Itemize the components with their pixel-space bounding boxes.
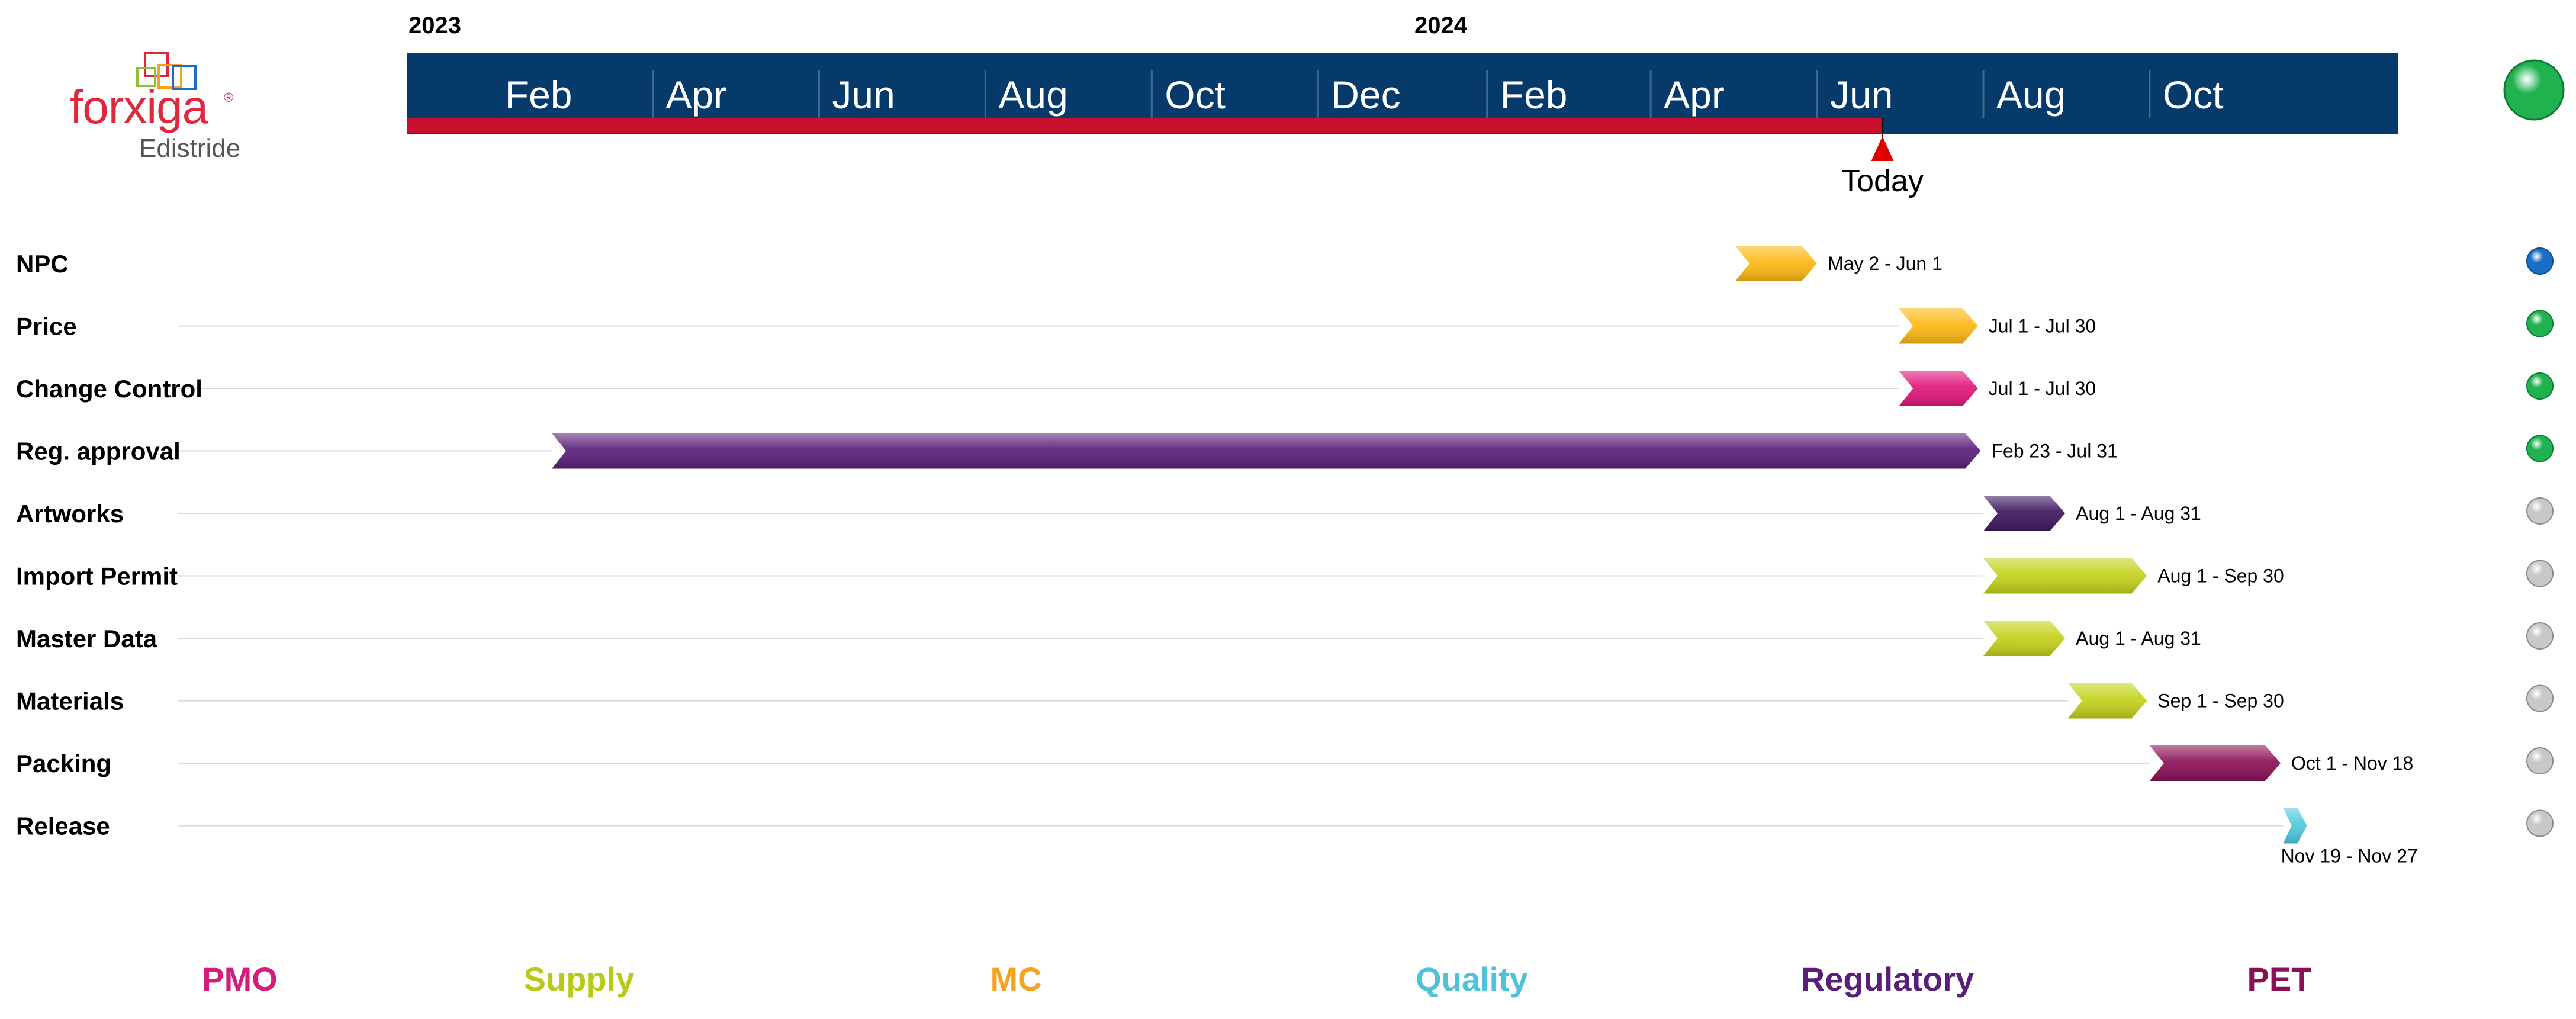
task-label: Import Permit <box>16 562 178 590</box>
legend: PMO Supply MC Quality Regulatory PET <box>202 960 2311 998</box>
task-label: Artworks <box>16 500 124 528</box>
task-bar-gloss <box>1983 496 2066 531</box>
task-status-icon <box>2526 809 2554 837</box>
task-row: Materials Sep 1 - Sep 30 <box>16 683 2554 719</box>
task-dates-label: Aug 1 - Sep 30 <box>2157 565 2284 587</box>
task-bar-gloss <box>2283 808 2307 844</box>
task-label: Change Control <box>16 375 202 403</box>
task-row: Master Data Aug 1 - Aug 31 <box>16 621 2554 656</box>
task-row: Artworks Aug 1 - Aug 31 <box>16 496 2554 531</box>
legend-item: PET <box>2247 960 2312 998</box>
task-row: Packing Oct 1 - Nov 18 <box>16 745 2554 781</box>
year-labels: 2023 2024 <box>409 12 1468 38</box>
task-label: Materials <box>16 687 124 715</box>
task-bar-gloss <box>1983 621 2066 656</box>
task-label: Packing <box>16 750 111 777</box>
task-dates-label: Sep 1 - Sep 30 <box>2157 690 2284 712</box>
task-status-icon <box>2526 435 2554 462</box>
task-row: Change Control Jul 1 - Jul 30 <box>16 371 2554 406</box>
task-dates-label: Feb 23 - Jul 31 <box>1991 441 2117 462</box>
task-dates-label: Jul 1 - Jul 30 <box>1989 316 2096 337</box>
month-tick-label: Apr <box>665 73 726 117</box>
task-dates-label: Aug 1 - Aug 31 <box>2076 503 2201 524</box>
task-dates-label: Jul 1 - Jul 30 <box>1989 378 2096 399</box>
month-tick-label: Jun <box>832 73 895 117</box>
task-bar-gloss <box>1899 371 1978 406</box>
task-status-icon <box>2526 372 2554 400</box>
legend-item: MC <box>990 960 1041 998</box>
month-tick-label: Feb <box>505 73 573 117</box>
month-tick-label: Aug <box>1996 73 2066 117</box>
task-status-icon <box>2526 497 2554 525</box>
task-status-icon <box>2526 684 2554 712</box>
task-bar-gloss <box>2149 745 2281 781</box>
task-status-icon <box>2526 247 2554 275</box>
month-tick-label: Oct <box>2163 73 2224 117</box>
today-label: Today <box>1841 164 1924 198</box>
overall-status-icon <box>2503 59 2565 121</box>
task-bar-gloss <box>1983 558 2147 594</box>
task-label: Price <box>16 313 77 340</box>
task-row: Price Jul 1 - Jul 30 <box>16 308 2554 344</box>
forxiga-logo: forxiga ® Edistride <box>70 52 240 163</box>
task-bar-gloss <box>1735 246 1818 281</box>
month-tick-label: Jun <box>1830 73 1893 117</box>
task-label: Reg. approval <box>16 438 181 465</box>
task-label: NPC <box>16 250 69 278</box>
logo-wordmark: forxiga <box>70 81 209 133</box>
task-status-icon <box>2526 747 2554 774</box>
task-status-icon <box>2526 622 2554 650</box>
legend-item: Quality <box>1416 960 1528 998</box>
task-bar-gloss <box>552 433 1981 469</box>
task-row: Reg. approval Feb 23 - Jul 31 <box>16 433 2554 469</box>
month-tick-label: Feb <box>1500 73 1568 117</box>
gantt-chart: forxiga ® Edistride 2023 2024 Feb Apr Jun Au… <box>16 12 2565 998</box>
task-row: Release Nov 19 - Nov 27 <box>16 808 2554 867</box>
task-dates-label: Aug 1 - Aug 31 <box>2076 628 2201 649</box>
month-tick-label: Dec <box>1331 73 1400 117</box>
logo-subtitle: Edistride <box>139 134 240 163</box>
logo-registered-mark: ® <box>224 90 233 105</box>
month-tick-label: Apr <box>1664 73 1725 117</box>
elapsed-progress-bar <box>407 118 1883 133</box>
task-dates-label: Oct 1 - Nov 18 <box>2291 753 2413 774</box>
task-status-icon <box>2526 560 2554 587</box>
task-label: Release <box>16 812 110 840</box>
today-triangle-icon <box>1871 136 1894 161</box>
task-row: NPC May 2 - Jun 1 <box>16 246 2554 281</box>
task-bar-gloss <box>2067 683 2147 719</box>
month-tick-label: Aug <box>998 73 1067 117</box>
task-dates-label: May 2 - Jun 1 <box>1828 253 1943 274</box>
legend-item: Regulatory <box>1801 960 1974 998</box>
year-label: 2024 <box>1414 12 1468 38</box>
task-bar-gloss <box>1899 308 1978 344</box>
task-label: Master Data <box>16 625 157 652</box>
task-dates-label: Nov 19 - Nov 27 <box>2281 846 2418 867</box>
legend-item: PMO <box>202 960 278 998</box>
task-rows: NPC May 2 - Jun 1Price Jul 1 - Jul 30Chang… <box>16 246 2554 867</box>
year-label: 2023 <box>409 12 461 38</box>
task-row: Import Permit Aug 1 - Sep 30 <box>16 558 2554 594</box>
month-tick-label: Oct <box>1165 73 1226 117</box>
task-status-icon <box>2526 310 2554 337</box>
legend-item: Supply <box>524 960 635 998</box>
